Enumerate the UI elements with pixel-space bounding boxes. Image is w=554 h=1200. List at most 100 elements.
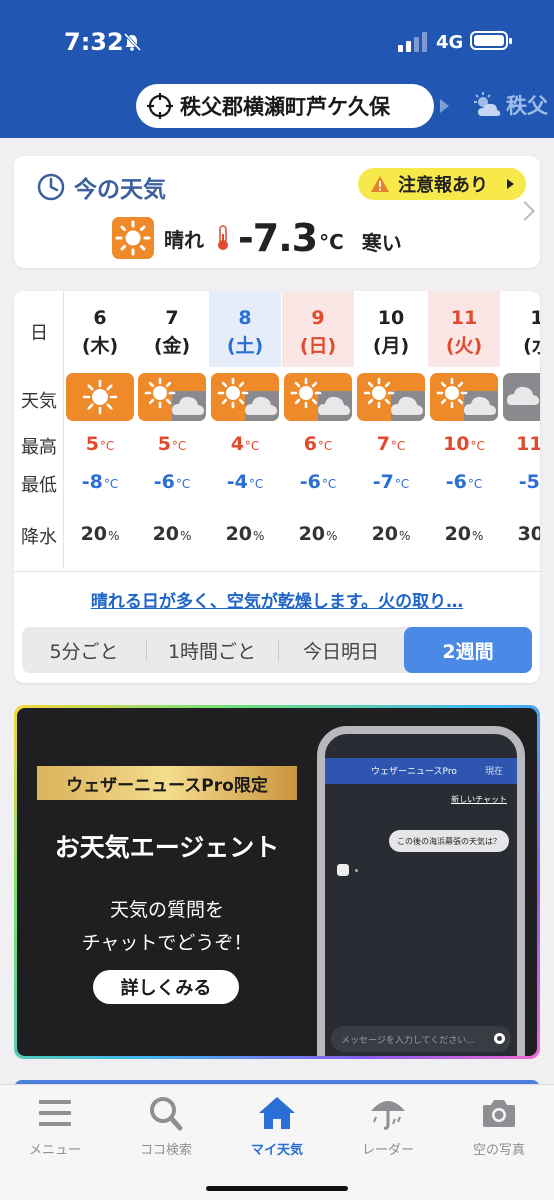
day-header: 8 (土) — [209, 291, 281, 367]
current-weather-card[interactable]: 今の天気 注意報あり 晴れ -7.3 °C 寒い — [14, 156, 540, 268]
bell-muted-icon — [123, 32, 142, 52]
temp-unit: °C — [470, 439, 485, 453]
day-header: 9 (日) — [282, 291, 354, 367]
row-label-high: 最高 — [21, 437, 57, 458]
cloud-icon — [503, 373, 540, 421]
tab-sky-photos[interactable]: 空の写真 — [444, 1095, 554, 1158]
current-feel: 寒い — [361, 230, 402, 255]
row-label-day: 日 — [30, 323, 48, 344]
tab-my-weather[interactable]: マイ天気 — [222, 1095, 332, 1158]
day-column[interactable]: 6 (木) 5°C -8°C 20% — [64, 291, 136, 569]
next-location[interactable]: 秩父 — [472, 90, 548, 120]
tab-label: 空の写真 — [472, 1143, 525, 1158]
app-header: 7:32 4G 秩父郡横瀬町芦ケ久保 秩父 — [0, 0, 554, 138]
temp-unit: °C — [394, 477, 410, 491]
day-column[interactable]: 9 (日) 6°C -6°C 20% — [282, 291, 354, 569]
warning-icon — [371, 176, 389, 192]
precip: 20% — [209, 523, 281, 545]
current-condition: 晴れ — [164, 227, 204, 252]
temp-unit: °C — [175, 477, 191, 491]
learn-more-button[interactable]: 詳しくみる — [93, 970, 239, 1004]
phone-app-bar: ウェザーニュースPro 現在 — [325, 758, 517, 784]
precip: 20% — [282, 523, 354, 545]
tab-label: ココ検索 — [139, 1143, 192, 1158]
forecast-range-tabs: 5分ごと 1時間ごと 今日明日 2週間 — [22, 627, 532, 673]
clock-icon — [37, 173, 65, 201]
day-date: 7 — [165, 307, 179, 329]
tab-label: メニュー — [28, 1143, 81, 1158]
high-temp: 4°C — [209, 433, 281, 455]
forecast-comment-link[interactable]: 晴れる日が多く、空気が乾燥します。火の取り… — [14, 587, 540, 612]
day-header: 10 (月) — [355, 291, 427, 367]
promo-subtitle: 天気の質問を チャットでどうぞ！ — [17, 894, 317, 960]
promo-subtitle-line2: チャットでどうぞ！ — [81, 932, 253, 954]
location-selector[interactable]: 秩父郡横瀬町芦ケ久保 — [136, 84, 434, 128]
precip: 20% — [355, 523, 427, 545]
day-weekday: (木) — [81, 335, 119, 357]
row-label-weather: 天気 — [21, 391, 57, 412]
day-column[interactable]: 10 (月) 7°C -7°C 20% — [355, 291, 427, 569]
temp-unit: °C — [244, 439, 260, 453]
day-header: 1 (水 — [501, 291, 540, 367]
precip-unit: % — [108, 529, 120, 543]
tab-today-tomorrow[interactable]: 今日明日 — [278, 627, 404, 673]
current-weather-header: 今の天気 — [36, 170, 166, 204]
temp-unit: °C — [248, 477, 264, 491]
day-weekday: (土) — [226, 335, 264, 357]
day-header: 6 (木) — [64, 291, 136, 367]
tab-menu[interactable]: メニュー — [0, 1095, 110, 1158]
phone-new-chat: 新しいチャット — [451, 795, 507, 804]
high-temp-value: 5 — [85, 433, 99, 455]
temp-unit: °C — [390, 439, 406, 453]
precip-unit: % — [253, 529, 265, 543]
high-temp: 10°C — [428, 433, 500, 455]
umbrella-icon — [371, 1101, 405, 1130]
phone-chat-bubble: この後の海浜幕張の天気は？ — [389, 830, 509, 852]
day-column[interactable]: 11 (火) 10°C -6°C 20% — [428, 291, 500, 569]
temp-unit: °C — [467, 477, 483, 491]
send-icon — [494, 1033, 505, 1044]
high-temp: 7°C — [355, 433, 427, 455]
tab-5min[interactable]: 5分ごと — [22, 627, 146, 673]
location-name: 秩父郡横瀬町芦ケ久保 — [180, 95, 390, 119]
home-indicator — [206, 1186, 348, 1191]
promo-banner[interactable]: ウェザーニュースPro限定 お天気エージェント 天気の質問を チャットでどうぞ！… — [14, 705, 540, 1059]
tab-hourly[interactable]: 1時間ごと — [146, 627, 278, 673]
alert-badge[interactable]: 注意報あり — [358, 168, 526, 200]
menu-icon — [39, 1100, 71, 1126]
temp-unit: °C — [171, 439, 187, 453]
current-temperature: -7.3 — [238, 216, 318, 260]
day-weekday: (火) — [445, 335, 483, 357]
day-header: 7 (金) — [136, 291, 208, 367]
tab-2weeks[interactable]: 2週間 — [404, 627, 532, 673]
promo-title: お天気エージェント — [54, 833, 280, 862]
precip-unit: % — [180, 529, 192, 543]
day-header: 11 (火) — [428, 291, 500, 367]
low-temp: -5°C — [501, 471, 540, 493]
row-label-low: 最低 — [21, 475, 57, 496]
current-weather-title: 今の天気 — [74, 177, 166, 203]
home-icon — [259, 1097, 295, 1129]
day-column[interactable]: 8 (土) 4°C -4°C 20% — [209, 291, 281, 569]
battery-icon — [470, 31, 512, 50]
day-column[interactable]: 1 (水 11°C -5°C 30% — [501, 291, 540, 569]
precip-value: 30 — [517, 523, 540, 545]
day-date: 9 — [311, 307, 325, 329]
day-date: 8 — [238, 307, 252, 329]
promo-subtitle-line1: 天気の質問を — [109, 899, 224, 921]
camera-icon — [483, 1100, 515, 1127]
day-column[interactable]: 7 (金) 5°C -6°C 20% — [136, 291, 208, 569]
low-temp: -7°C — [355, 471, 427, 493]
high-temp-value: 11 — [516, 433, 540, 455]
sun-cloud-icon — [430, 373, 498, 421]
low-temp: -4°C — [209, 471, 281, 493]
sun-cloud-icon — [357, 373, 425, 421]
thermometer-icon — [218, 225, 228, 250]
day-weekday: (日) — [299, 335, 337, 357]
pro-badge: ウェザーニュースPro限定 — [37, 766, 297, 800]
precip-unit: % — [472, 529, 484, 543]
alert-label: 注意報あり — [398, 175, 488, 196]
next-location-name: 秩父 — [506, 94, 548, 118]
tab-search[interactable]: ココ検索 — [111, 1095, 221, 1158]
tab-radar[interactable]: レーダー — [333, 1095, 443, 1158]
